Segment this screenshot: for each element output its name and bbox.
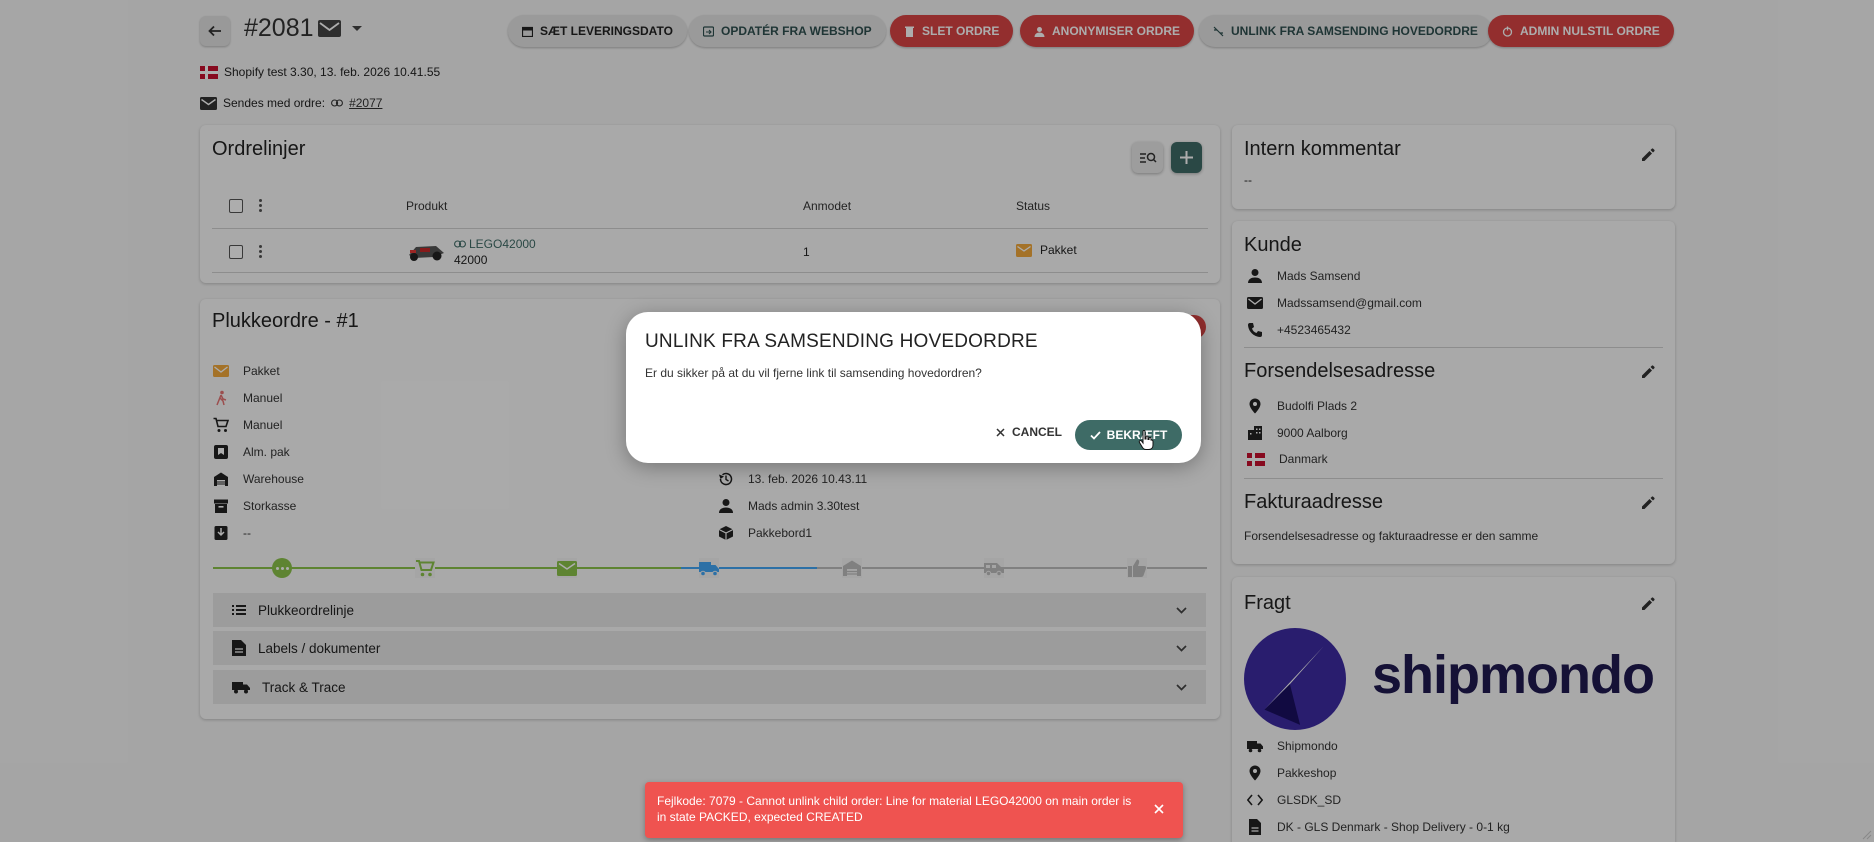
cancel-button[interactable]: CANCEL (990, 419, 1068, 445)
unlink-confirm-dialog: UNLINK FRA SAMSENDING HOVEDORDRE Er du s… (626, 312, 1201, 463)
error-toast-text: Fejlkode: 7079 - Cannot unlink child ord… (657, 794, 1132, 825)
dialog-title: UNLINK FRA SAMSENDING HOVEDORDRE (645, 331, 1038, 352)
dialog-text: Er du sikker på at du vil fjerne link ti… (645, 366, 982, 380)
close-icon[interactable] (1154, 804, 1164, 814)
hand-pointer-cursor-icon (1138, 430, 1154, 450)
error-toast: Fejlkode: 7079 - Cannot unlink child ord… (645, 782, 1183, 838)
resize-grip-icon[interactable] (1860, 828, 1872, 840)
close-icon (996, 427, 1005, 437)
check-icon (1090, 430, 1101, 440)
confirm-button[interactable]: BEKRÆFT (1075, 420, 1182, 450)
